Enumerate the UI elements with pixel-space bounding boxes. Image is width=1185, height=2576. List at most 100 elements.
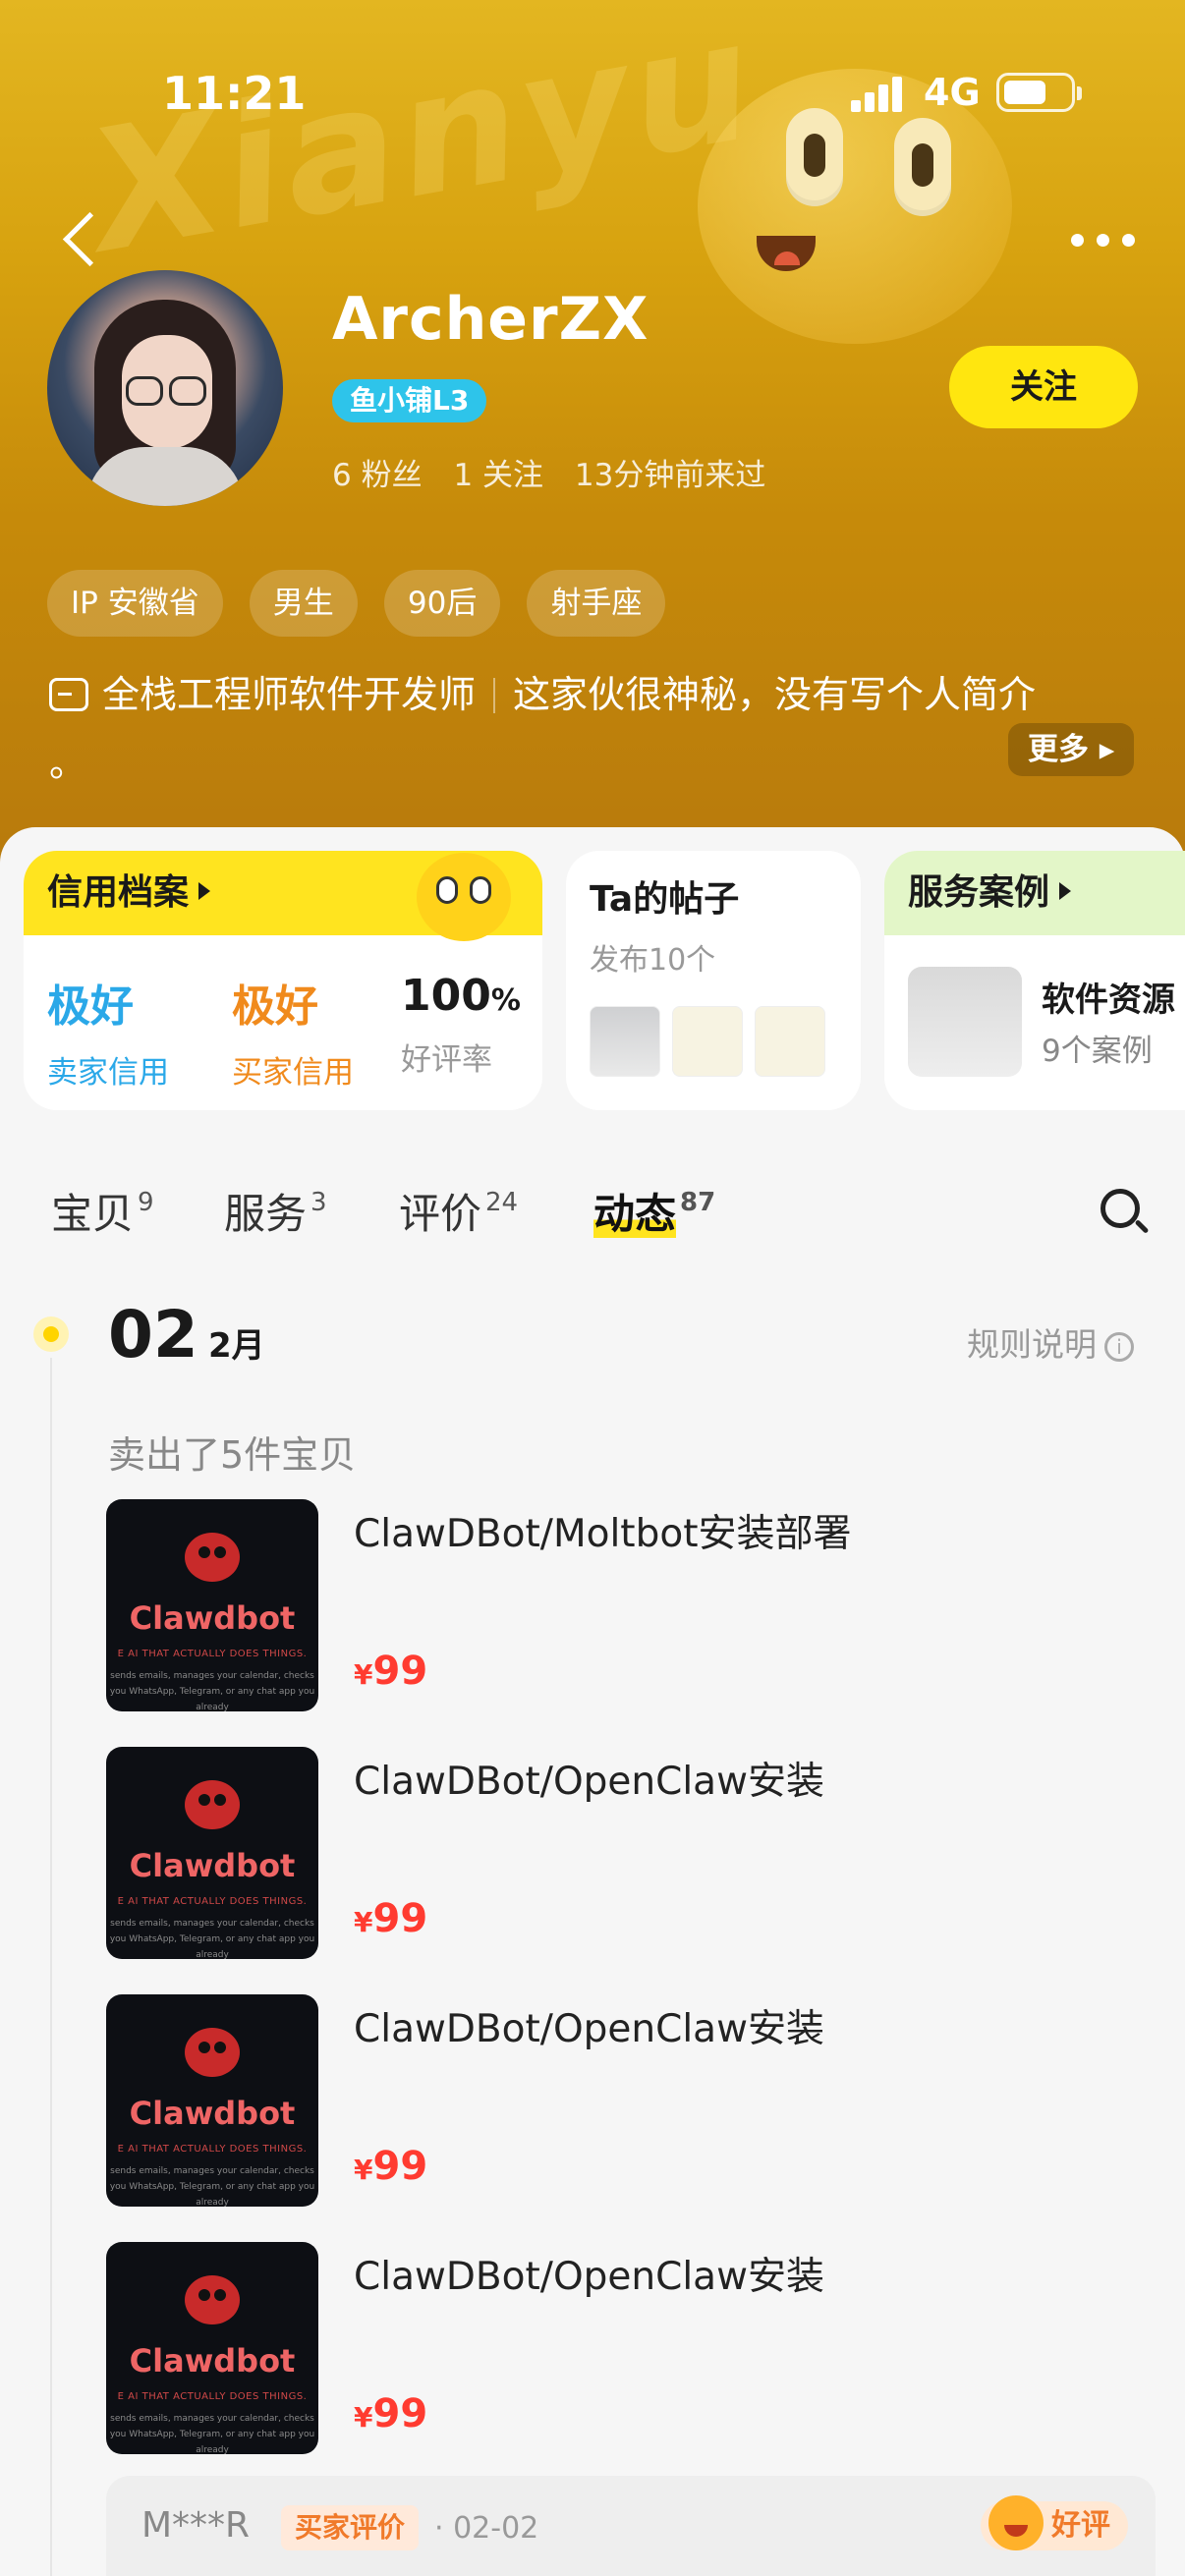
case-title: 软件资源 — [1042, 980, 1175, 1020]
tab-items-label: 宝贝 — [51, 1190, 135, 1238]
rules-label: 规则说明 — [967, 1325, 1097, 1364]
buyer-credit-value: 极好 — [232, 981, 318, 1032]
price-value: 99 — [372, 2391, 428, 2436]
product-image-brand: Clawdbot — [129, 2095, 296, 2132]
buyer-credit-label: 买家信用 — [232, 1055, 354, 1091]
bio-tail: 。 — [49, 742, 87, 785]
more-options-icon[interactable] — [1071, 228, 1136, 252]
profile-bio: 全栈工程师软件开发师 这家伙很神秘，没有写个人简介 。 — [49, 660, 1140, 798]
chick-mascot-icon — [397, 851, 525, 945]
briefcase-icon — [49, 678, 88, 711]
status-bar: 11:21 4G — [0, 59, 1185, 128]
product-image: Clawdbot E AI THAT ACTUALLY DOES THINGS. s… — [106, 1994, 318, 2207]
smile-icon — [988, 2495, 1044, 2550]
posts-card[interactable]: Ta的帖子 发布10个 — [566, 851, 861, 1110]
product-image-tagline: E AI THAT ACTUALLY DOES THINGS. — [117, 2391, 308, 2402]
product-title: ClawDBot/OpenClaw安装 — [354, 2007, 824, 2051]
avatar[interactable] — [47, 270, 283, 506]
bio-title: 全栈工程师软件开发师 — [102, 673, 477, 716]
tab-services-label: 服务 — [224, 1190, 308, 1238]
tab-reviews[interactable]: 评价 24 — [399, 1181, 518, 1241]
timeline-line — [50, 1358, 52, 2576]
search-icon[interactable] — [1099, 1187, 1150, 1238]
list-item[interactable]: Clawdbot E AI THAT ACTUALLY DOES THINGS. s… — [106, 1994, 1128, 2207]
tab-services[interactable]: 服务 3 — [224, 1181, 327, 1241]
status-time: 11:21 — [162, 67, 307, 120]
follow-button[interactable]: 关注 — [949, 346, 1138, 428]
info-icon: i — [1104, 1332, 1134, 1362]
tab-reviews-count: 24 — [485, 1188, 519, 1217]
bio-more-button[interactable]: 更多 ▸ — [1008, 723, 1135, 776]
product-price: ¥99 — [354, 2391, 427, 2436]
seller-credit-label: 卖家信用 — [47, 1055, 169, 1091]
product-image-caption: sends emails, manages your calendar, che… — [109, 1919, 315, 1959]
product-image: Clawdbot E AI THAT ACTUALLY DOES THINGS. s… — [106, 2242, 318, 2454]
price-value: 99 — [372, 2144, 428, 2189]
tag-gender: 男生 — [249, 570, 358, 637]
positive-rate-value: 100 — [401, 971, 491, 1021]
list-item[interactable]: Clawdbot E AI THAT ACTUALLY DOES THINGS. s… — [106, 1499, 1128, 1711]
chevron-right-icon — [198, 882, 211, 900]
positive-rate-label: 好评率 — [401, 1042, 492, 1078]
product-image-caption: sends emails, manages your calendar, che… — [109, 2414, 315, 2454]
content-sheet: 信用档案 极好 卖家信用 极好 买家信用 100% 好评率 Ta的帖子 发布10… — [0, 827, 1185, 2576]
reviewer-name: M***R — [141, 2505, 251, 2546]
post-thumbnail — [755, 1006, 825, 1077]
profile-tabs: 宝贝 9 服务 3 评价 24 动态 87 — [0, 1161, 1185, 1260]
product-price: ¥99 — [354, 2144, 427, 2189]
price-currency: ¥ — [354, 2154, 373, 2186]
followers-count[interactable]: 6 粉丝 — [332, 458, 423, 493]
buyer-review-badge: 买家评价 — [281, 2505, 420, 2550]
case-count: 9个案例 — [1042, 1034, 1153, 1069]
product-image-tagline: E AI THAT ACTUALLY DOES THINGS. — [117, 1649, 308, 1659]
credit-card[interactable]: 信用档案 极好 卖家信用 极好 买家信用 100% 好评率 — [24, 851, 542, 1110]
product-title: ClawDBot/Moltbot安装部署 — [354, 1512, 852, 1556]
shop-level-badge[interactable]: 鱼小铺L3 — [332, 379, 487, 422]
list-item[interactable]: Clawdbot E AI THAT ACTUALLY DOES THINGS. s… — [106, 2242, 1128, 2454]
price-currency: ¥ — [354, 2401, 373, 2434]
crab-logo-icon — [185, 2028, 240, 2077]
brand-watermark: Xianyu — [76, 0, 769, 291]
rating-badge: 好评 — [981, 2495, 1128, 2550]
tab-activity-count: 87 — [680, 1188, 716, 1217]
rules-link[interactable]: 规则说明 i — [967, 1318, 1134, 1366]
positive-rate-unit: % — [490, 983, 521, 1018]
following-count[interactable]: 1 关注 — [453, 458, 543, 493]
sold-summary: 卖出了5件宝贝 — [108, 1433, 357, 1477]
product-image-tagline: E AI THAT ACTUALLY DOES THINGS. — [117, 1896, 308, 1907]
bio-more-label: 更多 — [1028, 732, 1089, 767]
tag-generation: 90后 — [383, 570, 501, 637]
product-price: ¥99 — [354, 1649, 427, 1694]
back-icon[interactable] — [55, 206, 104, 275]
feed-month: 2月 — [208, 1326, 265, 1366]
tab-activity-label: 动态 — [593, 1190, 677, 1238]
review-card[interactable]: M***R 买家评价 · 02-02 好评 — [106, 2476, 1156, 2576]
product-image: Clawdbot E AI THAT ACTUALLY DOES THINGS. s… — [106, 1499, 318, 1711]
product-title: ClawDBot/OpenClaw安装 — [354, 2255, 824, 2299]
crab-logo-icon — [185, 1780, 240, 1829]
post-thumbnail — [590, 1006, 660, 1077]
list-item[interactable]: Clawdbot E AI THAT ACTUALLY DOES THINGS. s… — [106, 1747, 1128, 1959]
tab-items[interactable]: 宝贝 9 — [51, 1181, 154, 1241]
tag-ip: IP 安徽省 — [47, 570, 223, 637]
credit-card-title: 信用档案 — [47, 872, 190, 913]
tab-reviews-label: 评价 — [399, 1190, 482, 1238]
product-image: Clawdbot E AI THAT ACTUALLY DOES THINGS. s… — [106, 1747, 318, 1959]
bio-divider — [493, 678, 496, 713]
product-image-brand: Clawdbot — [129, 1847, 296, 1884]
crab-logo-icon — [185, 2275, 240, 2324]
price-currency: ¥ — [354, 1658, 373, 1691]
seller-credit-value: 极好 — [47, 981, 134, 1032]
tab-items-count: 9 — [138, 1188, 154, 1217]
cases-card-title: 服务案例 — [908, 872, 1050, 913]
product-image-brand: Clawdbot — [129, 2342, 296, 2380]
tab-activity[interactable]: 动态 87 — [593, 1181, 715, 1241]
profile-tags: IP 安徽省 男生 90后 射手座 — [47, 570, 687, 637]
product-title: ClawDBot/OpenClaw安装 — [354, 1760, 824, 1804]
case-thumbnail — [908, 967, 1022, 1077]
service-cases-card[interactable]: 服务案例 软件资源 9个案例 — [884, 851, 1185, 1110]
user-name: ArcherZX — [332, 285, 649, 354]
posts-card-subtitle: 发布10个 — [590, 943, 716, 978]
rating-label: 好评 — [1051, 2508, 1110, 2543]
post-thumbnail — [672, 1006, 743, 1077]
